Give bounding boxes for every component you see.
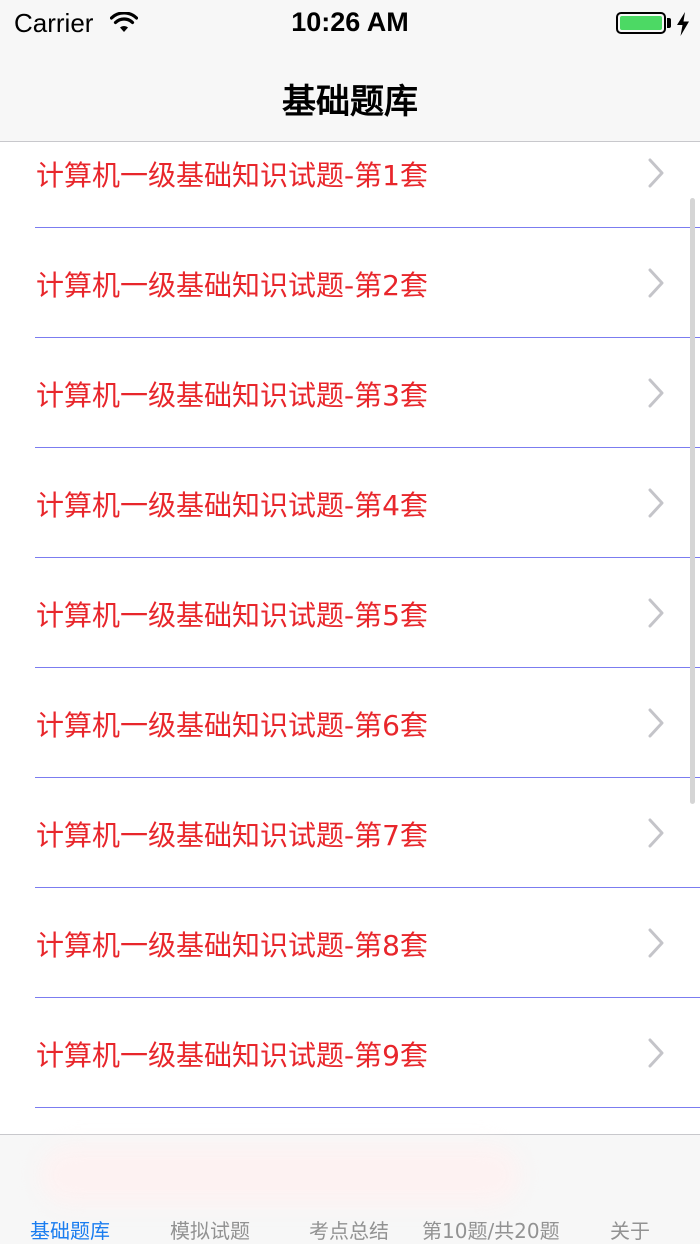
list-item-label: 计算机一级基础知识试题-第6套 (36, 709, 428, 742)
chevron-right-icon (648, 598, 664, 628)
list-item[interactable]: 计算机一级基础知识试题-第8套 (0, 888, 700, 998)
row-separator (35, 1107, 700, 1108)
list-item[interactable]: 计算机一级基础知识试题-第4套 (0, 448, 700, 558)
list-item-label: 计算机一级基础知识试题-第4套 (36, 489, 428, 522)
page-title: 基础题库 (282, 82, 418, 122)
tab-mock-exams[interactable]: 模拟试题 (170, 1215, 250, 1244)
list-item-label: 计算机一级基础知识试题-第5套 (36, 599, 428, 632)
question-set-list[interactable]: 计算机一级基础知识试题-第1套 计算机一级基础知识试题-第2套 计算机一级基础知识试… (0, 142, 700, 1134)
chevron-right-icon (648, 158, 664, 188)
list-item[interactable]: 计算机一级基础知识试题-第1套 (0, 142, 700, 228)
battery-icon (616, 12, 666, 34)
list-item-label: 计算机一级基础知识试题-第1套 (36, 159, 428, 192)
list-item-label: 计算机一级基础知识试题-第8套 (36, 929, 428, 962)
list-item[interactable]: 计算机一级基础知识试题-第5套 (0, 558, 700, 668)
list-item[interactable]: 计算机一级基础知识试题-第7套 (0, 778, 700, 888)
chevron-right-icon (648, 378, 664, 408)
list-item[interactable]: 计算机一级基础知识试题-第3套 (0, 338, 700, 448)
chevron-right-icon (648, 708, 664, 738)
navigation-bar: 基础题库 (0, 48, 700, 142)
chevron-right-icon (648, 1038, 664, 1068)
chevron-right-icon (648, 928, 664, 958)
tab-question-progress[interactable]: 第10题/共20题 (422, 1215, 560, 1244)
charging-bolt-icon (677, 12, 689, 36)
list-item[interactable]: 计算机一级基础知识试题-第9套 (0, 998, 700, 1108)
status-time: 10:26 AM (291, 7, 409, 37)
chevron-right-icon (648, 818, 664, 848)
tab-bar: 基础题库 模拟试题 考点总结 第10题/共20题 关于 (0, 1134, 700, 1244)
tab-bar-background-glow (40, 1145, 520, 1205)
list-item-label: 计算机一级基础知识试题-第7套 (36, 819, 428, 852)
tab-basic-questions[interactable]: 基础题库 (30, 1215, 110, 1244)
battery-level-fill (620, 16, 662, 30)
list-item[interactable]: 计算机一级基础知识试题-第2套 (0, 228, 700, 338)
list-item-label: 计算机一级基础知识试题-第2套 (36, 269, 428, 302)
chevron-right-icon (648, 488, 664, 518)
status-bar: Carrier 10:26 AM (0, 0, 700, 48)
tab-key-points[interactable]: 考点总结 (309, 1215, 389, 1244)
battery-tip (667, 18, 671, 28)
app-screen: Carrier 10:26 AM 基础题库 计算机一级基础知识试题-第1套 计算机… (0, 0, 700, 1244)
list-item-label: 计算机一级基础知识试题-第9套 (36, 1039, 428, 1072)
chevron-right-icon (648, 268, 664, 298)
scroll-indicator[interactable] (690, 198, 695, 804)
list-item[interactable]: 计算机一级基础知识试题-第6套 (0, 668, 700, 778)
tab-about[interactable]: 关于 (610, 1215, 650, 1244)
list-item-label: 计算机一级基础知识试题-第3套 (36, 379, 428, 412)
